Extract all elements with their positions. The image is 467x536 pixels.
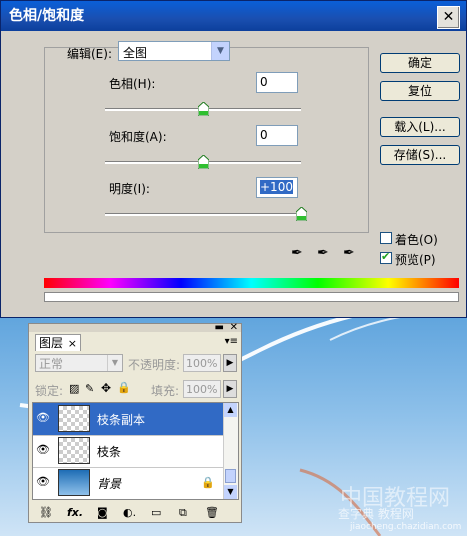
panel-menu-icon[interactable]: ▾≡	[225, 336, 238, 347]
eyedropper-add-icon[interactable]: ✒	[317, 245, 329, 261]
dialog-titlebar[interactable]: 色相/饱和度 ✕	[1, 1, 466, 31]
layer-name: 背景	[97, 477, 122, 491]
layers-scrollbar[interactable]: ▲ ▼	[223, 403, 238, 499]
opacity-label: 不透明度:	[128, 358, 181, 372]
lock-transparent-icon[interactable]: ▨	[69, 382, 79, 395]
layers-toolbar: ⛓ fx. ◙ ◐. ▭ ⧉ 🗑	[29, 504, 241, 522]
tab-layers-label: 图层	[39, 336, 64, 350]
eyedropper-subtract-icon[interactable]: ✒	[343, 245, 355, 261]
chevron-down-icon[interactable]: ▼	[211, 42, 229, 60]
eye-icon[interactable]: 👁	[35, 442, 51, 458]
new-layer-icon[interactable]: ⧉	[179, 506, 187, 520]
lock-icon: 🔒	[201, 476, 215, 489]
trash-icon[interactable]: 🗑	[205, 506, 219, 519]
link-icon[interactable]: ⛓	[39, 506, 53, 519]
watermark-url: jiaocheng.chazidian.com	[350, 522, 462, 532]
scroll-thumb[interactable]	[225, 469, 236, 483]
blend-mode-select[interactable]: 正常 ▼	[35, 354, 123, 372]
edit-label: 编辑(E):	[67, 47, 112, 61]
opacity-field[interactable]: 100%	[183, 354, 221, 372]
preview-checkbox[interactable]	[380, 250, 392, 264]
hue-slider-thumb[interactable]	[197, 102, 209, 116]
scroll-up-icon[interactable]: ▲	[224, 403, 237, 417]
saturation-slider-thumb[interactable]	[197, 155, 209, 169]
blend-mode-value: 正常	[39, 357, 64, 371]
hue-saturation-dialog: 色相/饱和度 ✕ 编辑(E): 全图 ▼ 色相(H): 0 饱和度(A): 0 …	[0, 0, 467, 318]
lightness-label: 明度(I):	[109, 182, 150, 196]
colorize-checkbox[interactable]	[380, 232, 392, 244]
reset-button[interactable]: 复位	[380, 81, 460, 101]
saturation-field[interactable]: 0	[256, 125, 298, 146]
layers-panel: ▬ ✕ 图层 × ▾≡ 正常 ▼ 不透明度: 100% ▶ 锁定: ▨ ✎ ✥ …	[28, 322, 242, 523]
load-button[interactable]: 载入(L)...	[380, 117, 460, 137]
fill-label: 填充:	[151, 384, 180, 398]
lock-pixels-icon[interactable]: ✎	[85, 382, 94, 395]
watermark-subtitle: 查字典 教程网	[338, 507, 414, 521]
edit-select-value: 全图	[123, 46, 148, 60]
blend-row: 正常 ▼ 不透明度: 100% ▶	[33, 354, 238, 374]
minimize-icon[interactable]: ▬	[215, 322, 224, 333]
panel-header[interactable]: ▬ ✕	[29, 322, 241, 333]
fill-arrow-button[interactable]: ▶	[223, 380, 237, 398]
layer-name: 枝条副本	[97, 413, 146, 427]
layers-list: 👁 枝条副本 👁 枝条 👁 背景 🔒 ▲ ▼	[32, 402, 239, 500]
chevron-down-icon[interactable]: ▼	[107, 355, 122, 371]
scroll-down-icon[interactable]: ▼	[224, 485, 237, 499]
lock-position-icon[interactable]: ✥	[101, 381, 111, 395]
panel-close-icon[interactable]: ✕	[230, 322, 238, 333]
fx-icon[interactable]: fx.	[67, 506, 83, 519]
hue-field[interactable]: 0	[256, 72, 298, 93]
settings-group	[44, 47, 369, 233]
hue-value: 0	[260, 75, 268, 89]
input-color-bar	[44, 278, 459, 288]
edit-select[interactable]: 全图 ▼	[118, 41, 230, 61]
layer-thumbnail	[58, 469, 90, 496]
close-icon: ✕	[442, 9, 455, 25]
close-button[interactable]: ✕	[437, 6, 460, 29]
lock-label: 锁定:	[35, 384, 64, 398]
eye-icon[interactable]: 👁	[35, 410, 51, 426]
lightness-value: +100	[260, 180, 293, 194]
lightness-slider-track[interactable]	[105, 213, 301, 216]
preview-label: 预览(P)	[395, 253, 436, 267]
saturation-value: 0	[260, 128, 268, 142]
group-folder-icon[interactable]: ▭	[151, 506, 161, 519]
layer-row[interactable]: 👁 枝条副本	[33, 403, 225, 436]
colorize-label: 着色(O)	[395, 233, 438, 247]
lock-all-icon[interactable]: 🔒	[117, 381, 131, 394]
ok-button[interactable]: 确定	[380, 53, 460, 73]
lock-row: 锁定: ▨ ✎ ✥ 🔒 填充: 100% ▶	[33, 380, 238, 400]
dialog-title: 色相/饱和度	[9, 8, 85, 24]
output-color-bar	[44, 292, 459, 302]
saturation-label: 饱和度(A):	[109, 130, 167, 144]
save-button[interactable]: 存储(S)...	[380, 145, 460, 165]
tab-layers[interactable]: 图层 ×	[35, 334, 81, 351]
layer-thumbnail	[58, 405, 90, 432]
hue-label: 色相(H):	[109, 77, 156, 91]
layer-row[interactable]: 👁 枝条	[33, 435, 225, 468]
mask-icon[interactable]: ◙	[97, 506, 108, 519]
layer-name: 枝条	[97, 445, 122, 459]
lightness-field[interactable]: +100	[256, 177, 298, 198]
opacity-arrow-button[interactable]: ▶	[223, 354, 237, 372]
layer-thumbnail	[58, 437, 90, 464]
eye-icon[interactable]: 👁	[35, 474, 51, 490]
layer-row[interactable]: 👁 背景 🔒	[33, 467, 225, 499]
adjustment-icon[interactable]: ◐.	[123, 506, 136, 519]
fill-field[interactable]: 100%	[183, 380, 221, 398]
lightness-slider-thumb[interactable]	[295, 207, 307, 221]
eyedropper-icon[interactable]: ✒	[291, 245, 303, 261]
tab-close-icon[interactable]: ×	[68, 335, 77, 352]
